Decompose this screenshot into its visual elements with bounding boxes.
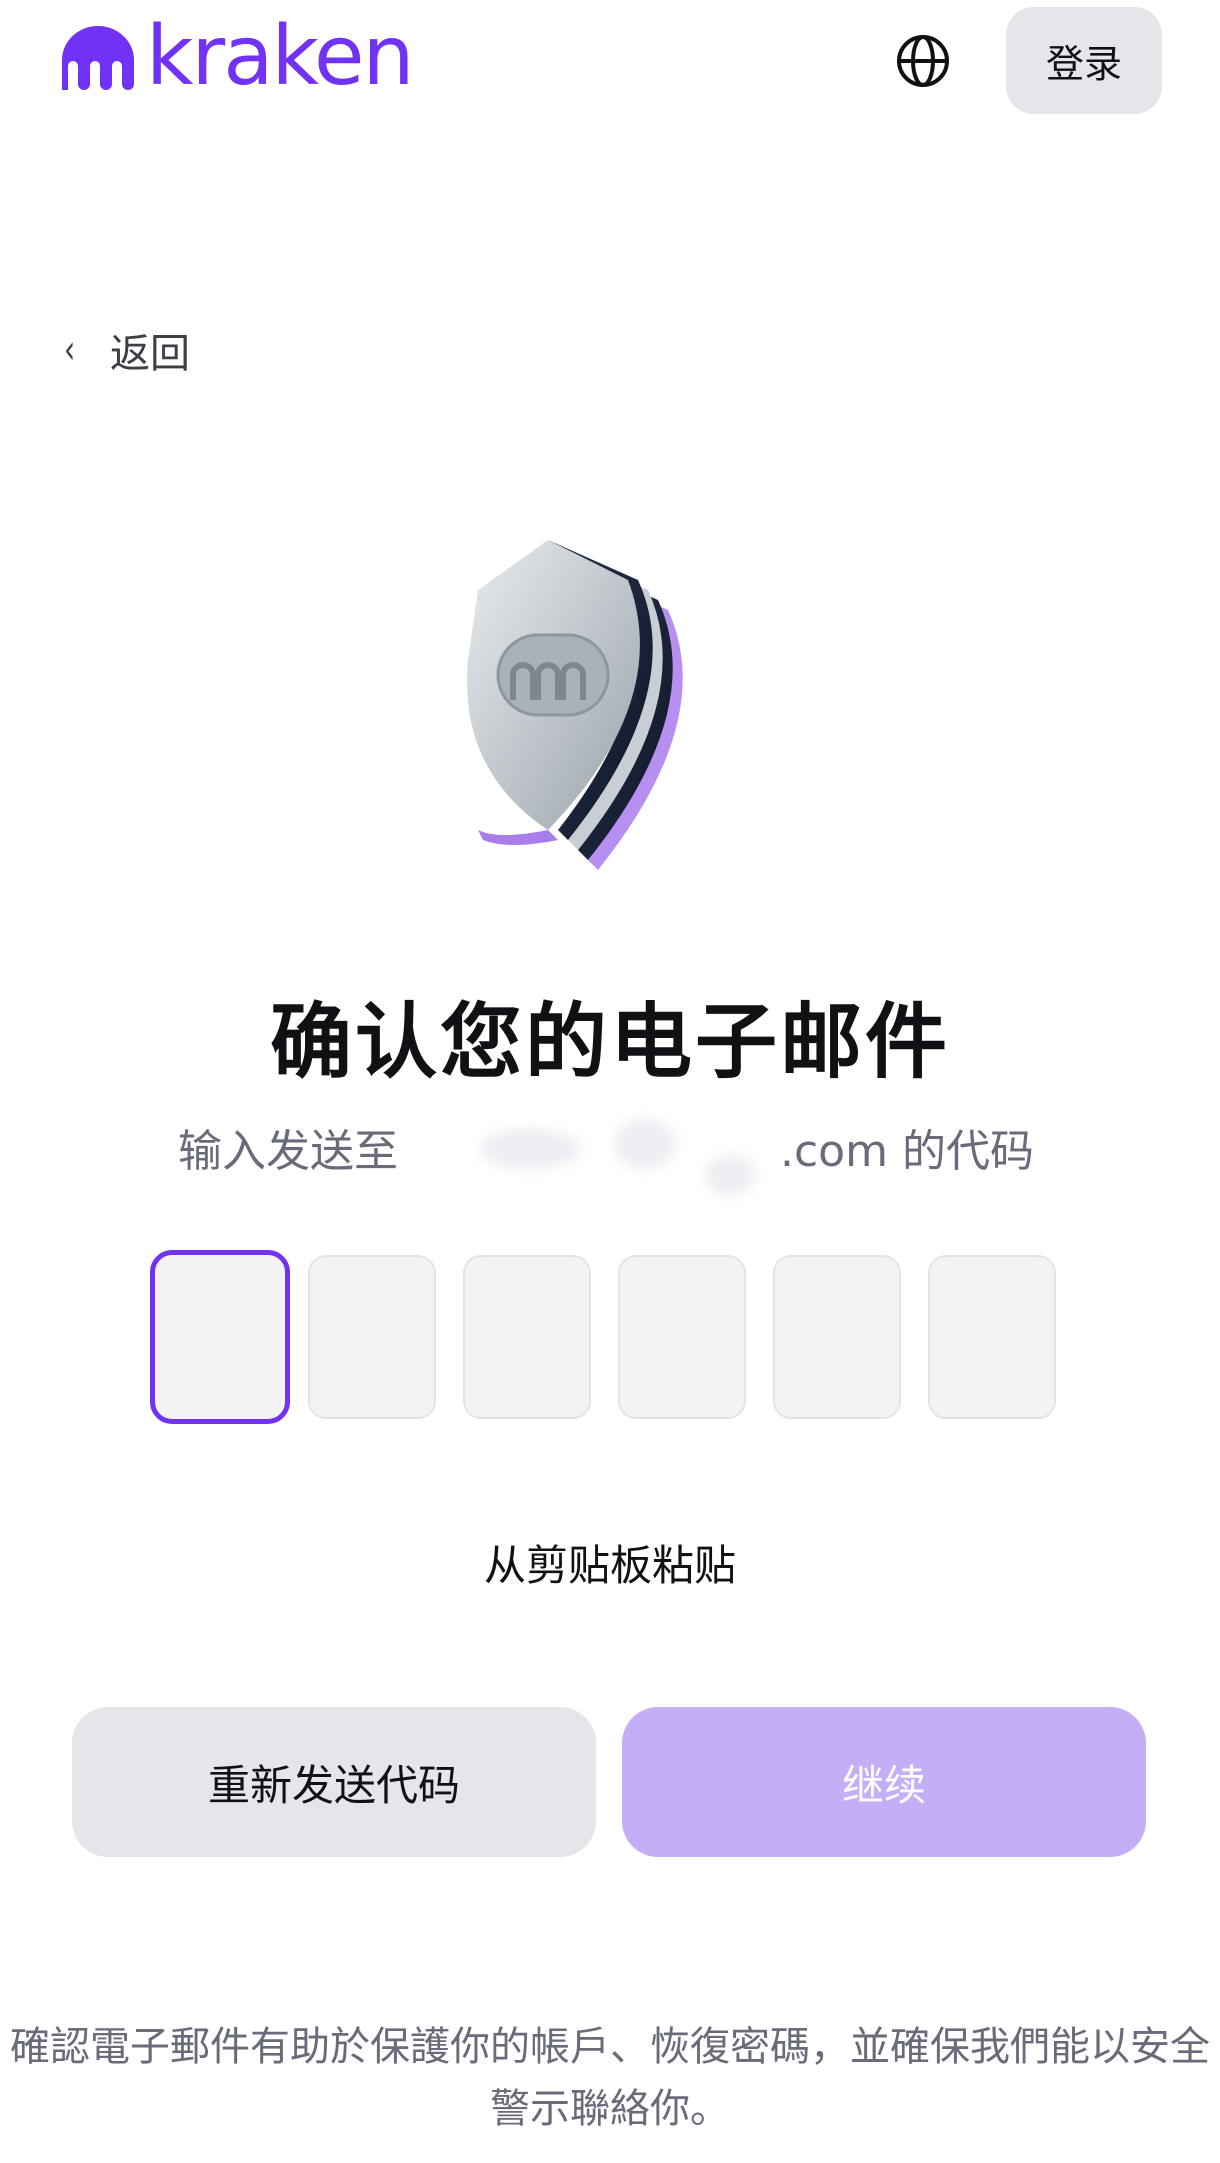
code-instructions: 输入发送至 .com 的代码	[0, 1115, 1220, 1195]
instructions-suffix: .com 的代码	[780, 1126, 1034, 1177]
redacted-email-part	[615, 1119, 675, 1169]
footer-note: 確認電子郵件有助於保護你的帳戶、恢復密碼，並確保我們能以安全警示聯絡你。	[10, 2024, 1210, 2132]
resend-code-button[interactable]: 重新发送代码	[72, 1707, 596, 1857]
code-digit-2[interactable]	[308, 1255, 436, 1419]
shield-illustration	[467, 540, 683, 870]
instructions-prefix: 输入发送至	[178, 1126, 398, 1177]
page-title: 确认您的电子邮件	[269, 995, 950, 1090]
code-digit-6[interactable]	[928, 1255, 1056, 1419]
redacted-email-part	[705, 1155, 755, 1195]
kraken-logo[interactable]: kraken	[58, 9, 414, 104]
kraken-logo-icon	[62, 26, 134, 90]
code-digit-3[interactable]	[463, 1255, 591, 1419]
back-button[interactable]: ‹ 返回	[58, 318, 190, 382]
back-label: 返回	[110, 331, 190, 377]
paste-from-clipboard-button[interactable]: 从剪贴板粘贴	[0, 1532, 1220, 1593]
code-digit-5[interactable]	[773, 1255, 901, 1419]
top-bar: kraken 登录	[0, 0, 1220, 130]
login-button[interactable]: 登录	[1006, 7, 1162, 114]
code-digit-4[interactable]	[618, 1255, 746, 1419]
redacted-email	[480, 1129, 580, 1169]
globe-icon	[897, 35, 949, 87]
continue-button[interactable]: 继续	[622, 1707, 1146, 1857]
brand-wordmark: kraken	[146, 9, 414, 104]
code-digit-1[interactable]	[150, 1250, 290, 1424]
language-button[interactable]	[894, 32, 952, 90]
chevron-left-icon: ‹	[64, 327, 76, 373]
